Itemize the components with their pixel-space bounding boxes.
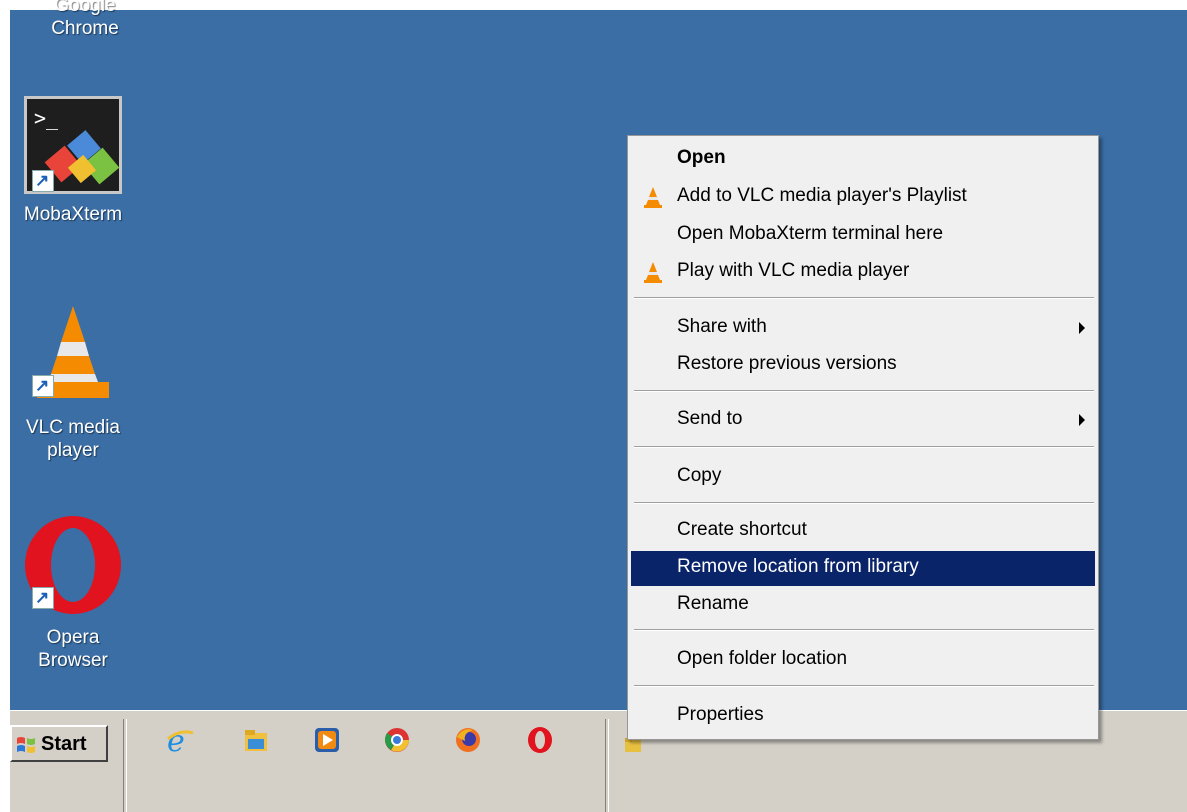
- firefox-icon[interactable]: [453, 725, 483, 755]
- desktop-icon-label: Chrome: [51, 18, 119, 39]
- desktop-icon-label: Browser: [38, 650, 108, 671]
- menu-item-share-with[interactable]: Share with: [631, 311, 1095, 343]
- menu-item-label: Properties: [677, 704, 764, 725]
- menu-separator: [634, 502, 1094, 504]
- media-player-icon[interactable]: [312, 725, 342, 755]
- shortcut-arrow-icon: [32, 586, 54, 609]
- desktop-icon-label: Google: [54, 0, 116, 16]
- menu-item-play-with-vlc[interactable]: Play with VLC media player: [631, 255, 1095, 287]
- menu-item-label: Copy: [677, 465, 722, 486]
- start-button[interactable]: Start: [10, 725, 108, 762]
- menu-item-rename[interactable]: Rename: [631, 588, 1095, 620]
- shortcut-arrow-icon: [32, 374, 54, 397]
- svg-text:>_: >_: [34, 106, 59, 130]
- menu-item-open-mobaxterm-terminal[interactable]: Open MobaXterm terminal here: [631, 218, 1095, 250]
- shortcut-arrow-icon: [32, 169, 54, 192]
- menu-item-add-to-vlc-playlist[interactable]: Add to VLC media player's Playlist: [631, 180, 1095, 212]
- menu-item-remove-location-from-library[interactable]: Remove location from library: [631, 551, 1095, 586]
- menu-item-label: Open MobaXterm terminal here: [677, 223, 944, 244]
- start-label: Start: [41, 733, 87, 755]
- vlc-cone-icon: [644, 187, 662, 208]
- menu-item-label: Remove location from library: [677, 556, 919, 577]
- menu-item-open-folder-location[interactable]: Open folder location: [631, 643, 1095, 675]
- menu-item-create-shortcut[interactable]: Create shortcut: [631, 514, 1095, 546]
- windows-logo-icon: [17, 737, 35, 753]
- desktop-icon-vlc[interactable]: VLC media player: [18, 302, 128, 462]
- menu-separator: [634, 446, 1094, 448]
- desktop-icon-label: MobaXterm: [23, 204, 123, 225]
- context-menu: Open Add to VLC media player's Playlist …: [627, 135, 1099, 740]
- menu-item-label: Restore previous versions: [677, 353, 897, 374]
- desktop-icon-opera[interactable]: Opera Browser: [18, 514, 128, 672]
- desktop-icon-label: player: [47, 440, 99, 461]
- desktop-icon-mobaxterm[interactable]: >_ MobaXterm: [18, 95, 128, 226]
- menu-item-label: Share with: [677, 316, 767, 337]
- taskbar-separator: [605, 719, 609, 812]
- menu-item-label: Create shortcut: [677, 519, 807, 540]
- menu-separator: [634, 685, 1094, 687]
- menu-item-open[interactable]: Open: [631, 142, 1095, 174]
- submenu-arrow-icon: [1079, 414, 1085, 426]
- menu-separator: [634, 629, 1094, 631]
- internet-explorer-icon[interactable]: e: [165, 725, 195, 755]
- menu-item-label: Rename: [677, 593, 749, 614]
- desktop-icon-chrome[interactable]: Google Chrome: [30, 0, 140, 40]
- menu-item-label: Add to VLC media player's Playlist: [677, 185, 967, 206]
- chrome-icon[interactable]: [382, 725, 412, 755]
- menu-item-label: Send to: [677, 408, 743, 429]
- submenu-arrow-icon: [1079, 322, 1085, 334]
- opera-icon[interactable]: [525, 725, 555, 755]
- desktop-icon-label: VLC media: [26, 417, 120, 438]
- menu-item-properties[interactable]: Properties: [631, 699, 1095, 731]
- menu-item-copy[interactable]: Copy: [631, 460, 1095, 492]
- menu-item-label: Play with VLC media player: [677, 260, 910, 281]
- menu-item-label: Open: [677, 147, 726, 168]
- file-explorer-icon[interactable]: [241, 725, 271, 755]
- desktop-icon-label: Opera: [46, 627, 100, 648]
- svg-text:e: e: [167, 725, 185, 755]
- menu-item-send-to[interactable]: Send to: [631, 403, 1095, 435]
- menu-separator: [634, 390, 1094, 392]
- taskbar-separator: [123, 719, 127, 812]
- menu-item-restore-previous-versions[interactable]: Restore previous versions: [631, 348, 1095, 380]
- vlc-cone-icon: [644, 262, 662, 283]
- menu-separator: [634, 297, 1094, 299]
- menu-item-label: Open folder location: [677, 648, 848, 669]
